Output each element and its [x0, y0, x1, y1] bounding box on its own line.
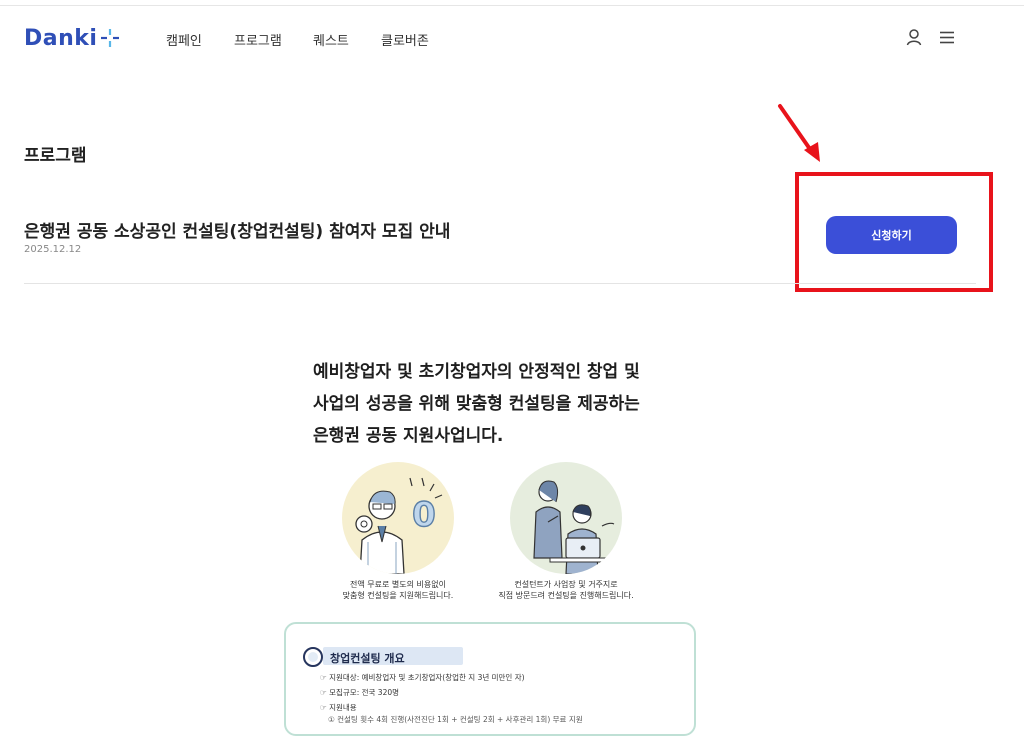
free-consulting-illustration: 0 — [342, 462, 454, 574]
caption-line: 직접 방문드려 컨설팅을 진행해드립니다. — [498, 591, 634, 600]
intro-line: 은행권 공동 지원사업니다. — [313, 426, 504, 446]
logo-plus-icon — [101, 29, 120, 47]
caption-line: 전액 무료로 별도의 비용없이 — [350, 580, 446, 589]
intro-line: 사업의 성공을 위해 맞춤형 컨설팅을 제공하는 — [313, 394, 640, 414]
user-icon[interactable] — [906, 29, 922, 46]
card-line: ☞ 지원내용 — [320, 703, 357, 712]
caption-line: 컨설턴트가 사업장 및 거주지로 — [514, 580, 618, 589]
nav-campaign[interactable]: 캠페인 — [166, 30, 202, 49]
page-title: 프로그램 — [24, 146, 87, 166]
logo-text: Danki — [24, 25, 98, 51]
intro-line: 예비창업자 및 초기창업자의 안정적인 창업 및 — [313, 362, 640, 382]
consultant-visit-icon — [533, 480, 617, 574]
card-title: 창업컨설팅 개요 — [330, 652, 405, 665]
caption-line: 맞춤형 컨설팅을 지원해드립니다. — [342, 591, 454, 600]
apply-button[interactable]: 신청하기 — [826, 216, 957, 254]
circle-badge-icon — [303, 647, 323, 667]
caption-visit: 컨설턴트가 사업장 및 거주지로 직접 방문드려 컨설팅을 진행해드립니다. — [483, 579, 649, 601]
svg-text:0: 0 — [412, 495, 436, 535]
card-line: ☞ 지원대상: 예비창업자 및 초기창업자(창업한 지 3년 미만인 자) — [320, 673, 525, 682]
card-line: ☞ 모집규모: 전국 320명 — [320, 688, 400, 697]
hamburger-menu-icon[interactable] — [939, 31, 955, 44]
man-ok-gesture-icon: 0 — [355, 477, 443, 574]
nav-program[interactable]: 프로그램 — [234, 30, 282, 49]
poster-intro: 예비창업자 및 초기창업자의 안정적인 창업 및 사업의 성공을 위해 맞춤형 … — [313, 356, 713, 452]
divider — [24, 283, 976, 284]
visit-consulting-illustration — [510, 462, 622, 574]
card-line: ① 컨설팅 횟수 4회 진행(사전진단 1회 + 컨설팅 2회 + 사후관리 1… — [328, 715, 583, 724]
nav-cloverzone[interactable]: 클로버존 — [381, 30, 429, 49]
post-date: 2025.12.12 — [24, 244, 82, 255]
top-border — [0, 5, 1024, 6]
red-arrow-annotation — [778, 104, 820, 162]
post-title: 은행권 공동 소상공인 컨설팅(창업컨설팅) 참여자 모집 안내 — [24, 222, 451, 242]
nav-quest[interactable]: 퀘스트 — [313, 30, 349, 49]
caption-free: 전액 무료로 별도의 비용없이 맞춤형 컨설팅을 지원해드립니다. — [315, 579, 481, 601]
logo[interactable]: Danki — [24, 25, 121, 51]
